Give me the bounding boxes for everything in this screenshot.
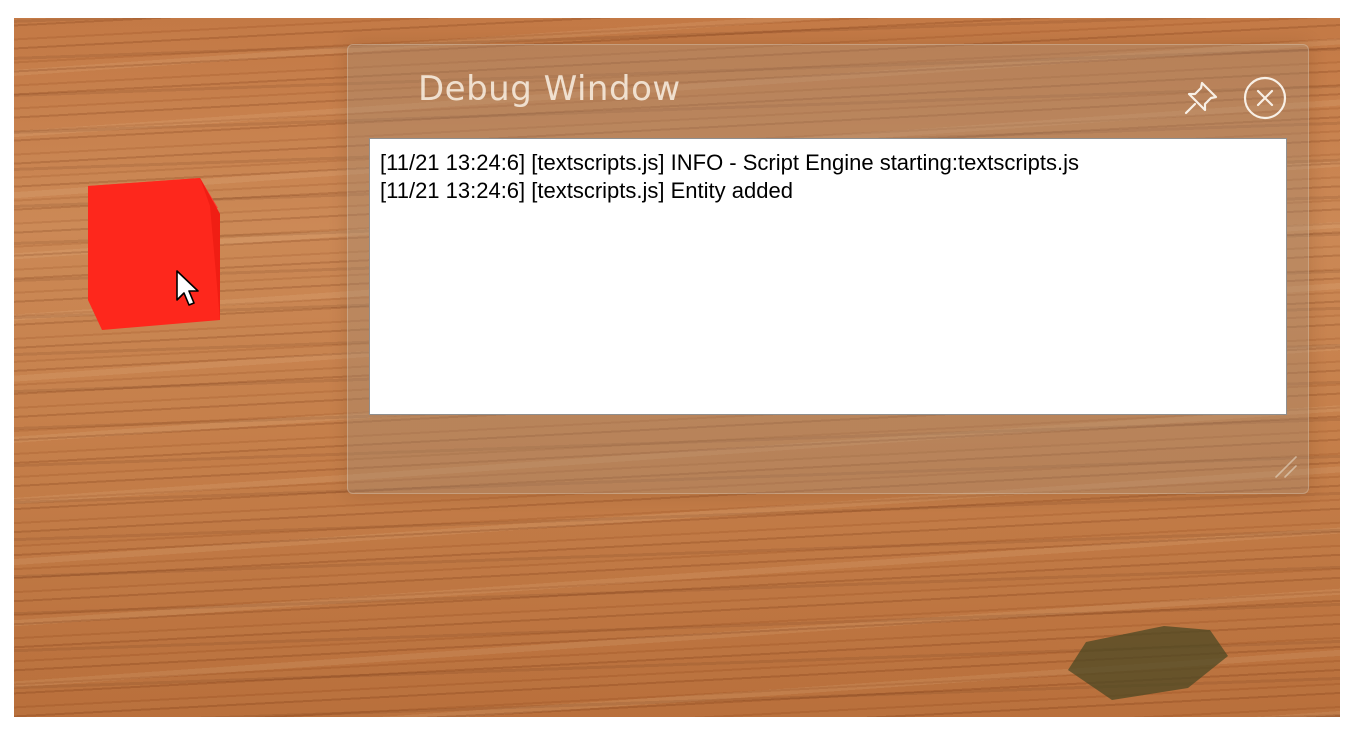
arrow-pointer-icon xyxy=(176,270,199,306)
3d-viewport[interactable]: Debug Window [11/21 13:24:6] [textscript… xyxy=(14,18,1340,717)
window-title: Debug Window xyxy=(418,69,681,109)
debug-window[interactable]: Debug Window [11/21 13:24:6] [textscript… xyxy=(347,44,1309,494)
pin-button[interactable] xyxy=(1178,75,1224,121)
pin-icon xyxy=(1184,81,1218,115)
log-line: [11/21 13:24:6] [textscripts.js] Entity … xyxy=(380,178,793,203)
close-button[interactable] xyxy=(1242,75,1288,121)
red-cube[interactable] xyxy=(88,178,220,330)
log-line: [11/21 13:24:6] [textscripts.js] INFO - … xyxy=(380,150,1079,175)
log-output[interactable]: [11/21 13:24:6] [textscripts.js] INFO - … xyxy=(369,138,1287,415)
cube-front-face xyxy=(88,178,220,330)
close-circle-icon xyxy=(1243,76,1287,120)
resize-grip-icon[interactable] xyxy=(1272,453,1298,479)
object-shadow xyxy=(1068,626,1228,700)
